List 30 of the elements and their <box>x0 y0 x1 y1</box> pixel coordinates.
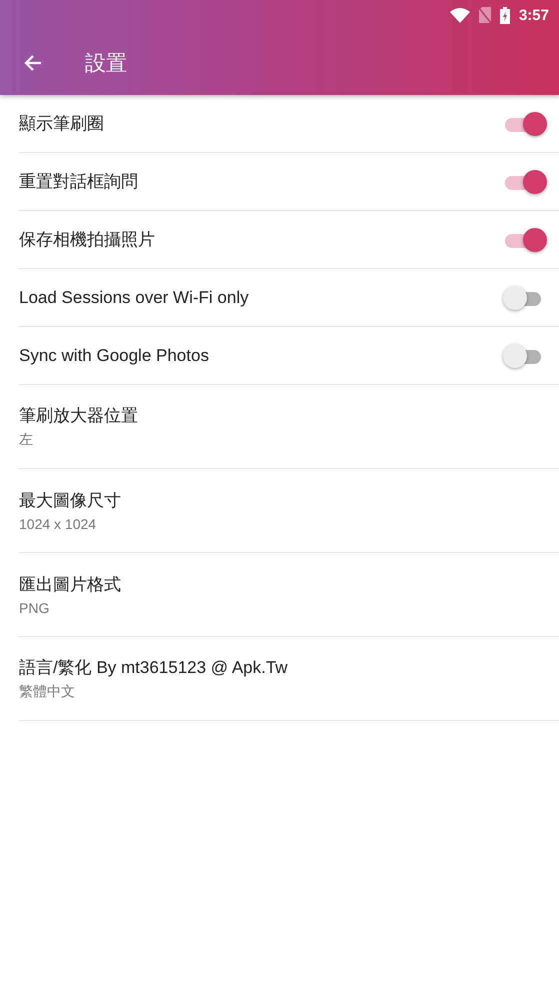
clock-time: 3:57 <box>518 6 549 24</box>
toggle-switch[interactable] <box>503 342 543 368</box>
setting-title: 保存相機拍攝照片 <box>19 229 155 251</box>
setting-title: 最大圖像尺寸 <box>19 490 122 512</box>
setting-row[interactable]: 語言/繁化 By mt3615123 @ Apk.Tw 繁體中文 <box>19 637 559 721</box>
setting-row[interactable]: Sync with Google Photos <box>19 327 559 385</box>
wifi-icon <box>450 7 470 23</box>
setting-row[interactable]: 顯示筆刷圈 <box>19 95 559 153</box>
toggle-switch[interactable] <box>503 284 543 310</box>
setting-title: Load Sessions over Wi-Fi only <box>19 288 249 308</box>
setting-row[interactable]: 匯出圖片格式 PNG <box>19 553 559 637</box>
setting-title: 重置對話框詢問 <box>19 171 138 193</box>
back-arrow-icon[interactable] <box>23 52 43 72</box>
setting-title: Sync with Google Photos <box>19 346 209 366</box>
setting-title: 語言/繁化 By mt3615123 @ Apk.Tw <box>19 657 289 679</box>
setting-row[interactable]: 保存相機拍攝照片 <box>19 211 559 269</box>
setting-value: 繁體中文 <box>19 683 75 701</box>
battery-charging-icon <box>500 6 510 24</box>
setting-row[interactable]: 筆刷放大器位置 左 <box>19 385 559 469</box>
setting-row[interactable]: Load Sessions over Wi-Fi only <box>19 269 559 327</box>
setting-value: 1024 x 1024 <box>19 516 96 532</box>
setting-value: 左 <box>19 431 33 449</box>
setting-row[interactable]: 最大圖像尺寸 1024 x 1024 <box>19 469 559 553</box>
no-sim-icon <box>478 7 491 23</box>
setting-title: 筆刷放大器位置 <box>19 405 139 427</box>
screen-title: 設置 <box>85 50 127 76</box>
setting-value: PNG <box>19 600 50 616</box>
setting-title: 匯出圖片格式 <box>19 574 122 596</box>
setting-row[interactable]: 重置對話框詢問 <box>19 153 559 211</box>
setting-title: 顯示筆刷圈 <box>19 113 104 135</box>
